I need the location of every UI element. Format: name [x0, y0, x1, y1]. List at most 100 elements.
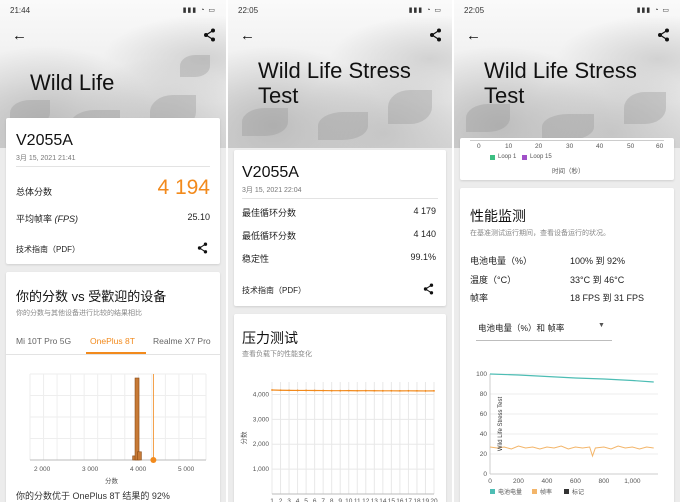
legend-marker-swatch: [564, 489, 569, 494]
data-point: [424, 390, 427, 392]
y-tick: 40: [480, 431, 488, 438]
x-tick: 10: [505, 143, 513, 150]
dropdown-underline: [476, 340, 612, 341]
x-tick: 1: [270, 498, 274, 502]
panel-stress-test-result: 22:05 ▮▮▮ ◔ ▭ ← Wild Life Stress Test V2…: [228, 0, 452, 502]
data-point: [364, 389, 367, 392]
x-tick: 8: [330, 498, 334, 502]
page-title: Wild Life: [30, 70, 115, 95]
stability-label: 稳定性: [242, 254, 270, 264]
data-point: [313, 389, 316, 392]
stress-test-title: 压力测试: [242, 330, 298, 346]
x-tick: 200: [513, 478, 524, 485]
battery-label: 电池电量（%）: [470, 256, 533, 266]
y-rotated-label: Wild Life Stress Test: [498, 397, 504, 452]
stress-test-subtitle: 查看负载下的性能变化: [242, 351, 312, 358]
share-icon[interactable]: [657, 28, 670, 42]
y-tick: 2,000: [253, 441, 270, 448]
distribution-bar: [137, 451, 142, 461]
tech-guide-link[interactable]: 技术指南（PDF）: [16, 244, 80, 255]
y-tick: 3,000: [253, 416, 270, 423]
data-point: [416, 390, 418, 392]
x-tick: 6: [313, 498, 317, 502]
y-tick: 80: [480, 391, 488, 398]
x-tick: 12: [362, 498, 370, 502]
x-tick: 5 000: [178, 466, 195, 473]
lowest-loop-label: 最低循环分数: [242, 231, 297, 241]
y-axis-label: 分数: [239, 431, 248, 445]
legend-marker: 标记: [572, 488, 584, 496]
test-date: 3月 15, 2021 21:41: [16, 155, 76, 162]
chevron-down-icon[interactable]: ▼: [598, 322, 605, 329]
stability-value: 99.1%: [410, 252, 436, 262]
status-icons: ▮▮▮ ◔ ▭: [408, 7, 442, 14]
x-tick: 17: [405, 498, 413, 502]
x-tick: 60: [656, 143, 664, 150]
metric-dropdown[interactable]: 电池电量（%）和 帧率: [478, 322, 564, 334]
back-arrow-icon[interactable]: ←: [12, 28, 27, 43]
page-title-line2: Test: [484, 83, 525, 108]
back-arrow-icon[interactable]: ←: [240, 28, 255, 43]
tech-guide-link[interactable]: 技术指南（PDF）: [242, 285, 306, 296]
panel-wild-life-result: 21:44 ▮▮▮ ◔ ▭ ← Wild Life V2055A 3月 15, …: [0, 0, 226, 502]
x-tick: 16: [396, 498, 404, 502]
x-tick: 10: [345, 498, 353, 502]
share-icon[interactable]: [429, 28, 442, 42]
data-point: [296, 389, 299, 392]
monitor-title: 性能监测: [470, 208, 526, 224]
page-title-line1: Wild Life Stress: [484, 58, 637, 83]
legend-loop1: Loop 1: [498, 154, 517, 160]
status-icons: ▮▮▮ ◔ ▭: [636, 7, 670, 14]
x-tick: 4: [296, 498, 300, 502]
status-time: 21:44: [10, 6, 31, 15]
lowest-loop-value: 4 140: [413, 229, 436, 239]
legend-fps-swatch: [532, 489, 537, 494]
data-point: [279, 389, 282, 392]
x-tick: 18: [413, 498, 421, 502]
stress-test-card: 压力测试 查看负载下的性能变化 1,000 2,000 3,000 4,000 1 2 3 4…: [234, 314, 446, 502]
temperature-label: 温度（°C）: [470, 275, 517, 285]
test-date: 3月 15, 2021 22:04: [242, 187, 302, 194]
y-tick: 4,000: [253, 391, 270, 398]
page-title-line1: Wild Life Stress: [258, 58, 411, 83]
share-icon[interactable]: [423, 283, 434, 295]
status-time: 22:05: [464, 6, 485, 15]
data-point: [330, 389, 333, 392]
legend-loop1-swatch: [490, 155, 495, 160]
x-axis-label: 分数: [105, 478, 118, 485]
battery-fps-chart: 0 20 40 60 80 100 0 200 400 600 800 1,000 Wild Life …: [476, 371, 658, 496]
overall-score-value: 4 194: [157, 176, 210, 199]
comparison-card: 你的分数 vs 受歡迎的设备 你的分数与其他设备进行比较的结果相比 Mi 10T…: [6, 272, 220, 502]
share-icon[interactable]: [197, 242, 208, 254]
x-tick: 2: [279, 498, 283, 502]
x-tick: 40: [596, 143, 604, 150]
status-icons: ▮▮▮ ◔ ▭: [182, 7, 216, 14]
x-tick: 2 000: [34, 466, 51, 473]
x-tick: 4 000: [130, 466, 147, 473]
y-tick: 0: [483, 471, 487, 478]
x-tick: 15: [388, 498, 396, 502]
x-tick: 30: [566, 143, 574, 150]
back-arrow-icon[interactable]: ←: [466, 28, 481, 43]
x-tick: 19: [422, 498, 430, 502]
score-line: [271, 389, 435, 392]
x-tick: 800: [598, 478, 609, 485]
tab-realme-x7-pro[interactable]: Realme X7 Pro: [153, 336, 211, 346]
comparison-subtitle: 你的分数与其他设备进行比较的结果相比: [16, 310, 142, 317]
tab-mi-10t-pro[interactable]: Mi 10T Pro 5G: [16, 336, 71, 346]
status-bar: 22:05 ▮▮▮ ◔ ▭: [464, 6, 670, 18]
loop-chart-card: 0 10 20 30 40 50 60 Loop 1 Loop 15 时间（秒）: [460, 138, 674, 180]
x-tick: 3 000: [82, 466, 99, 473]
stress-loop-chart: 1,0002,0003,0004,0001 2 3 4 5 6 7 8 9 10 11 12 13 14 1…: [239, 382, 438, 502]
x-axis-line: [470, 140, 664, 141]
data-point: [390, 389, 393, 392]
share-icon[interactable]: [203, 28, 216, 42]
divider: [6, 354, 220, 355]
data-point: [381, 389, 384, 392]
y-tick: 20: [480, 451, 488, 458]
data-point: [373, 389, 376, 392]
panel-performance-monitor: 22:05 ▮▮▮ ◔ ▭ ← Wild Life Stress Test 0 …: [454, 0, 680, 502]
monitor-subtitle: 在基准测试运行期间，查看设备运行的状况。: [470, 230, 610, 237]
tab-oneplus-8t[interactable]: OnePlus 8T: [90, 336, 135, 346]
divider: [242, 198, 438, 199]
